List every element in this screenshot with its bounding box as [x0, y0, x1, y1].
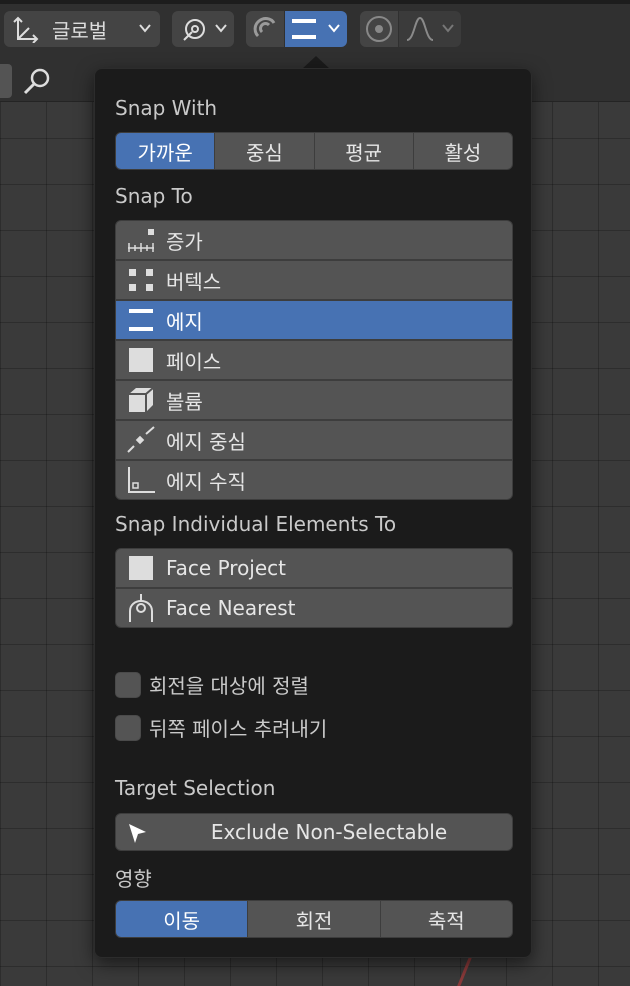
snap-to-edge-center[interactable]: 에지 중심 — [116, 421, 512, 459]
snap-individual-list: Face Project Face Nearest — [115, 548, 513, 628]
affect-scale[interactable]: 축적 — [380, 901, 512, 937]
pivot-point-dropdown[interactable] — [172, 11, 234, 47]
snap-with-selector: 가까운 중심 평균 활성 — [115, 132, 513, 170]
window-top-edge — [0, 0, 630, 4]
snap-to-list: 증가 버텍스 에지 페이스 볼륨 에지 중심 에지 수직 — [115, 220, 513, 500]
snap-with-label: Snap With — [115, 96, 218, 120]
align-rotation-checkbox[interactable] — [115, 671, 141, 698]
falloff-curve-icon — [405, 14, 435, 44]
snap-with-center[interactable]: 중심 — [215, 133, 314, 169]
backface-culling-option[interactable]: 뒤쪽 페이스 추려내기 — [115, 713, 327, 742]
edge-center-icon — [116, 426, 166, 454]
snap-to-volume[interactable]: 볼륨 — [116, 381, 512, 419]
face-nearest-toggle[interactable]: Face Nearest — [116, 589, 512, 627]
face-project-label: Face Project — [166, 556, 287, 580]
face-nearest-icon — [116, 593, 166, 623]
snap-to-edge-center-label: 에지 중심 — [166, 429, 246, 454]
backface-culling-label: 뒤쪽 페이스 추려내기 — [149, 717, 328, 741]
cursor-arrow-icon — [126, 822, 150, 851]
chevron-down-icon — [214, 21, 228, 35]
chevron-down-icon — [327, 21, 341, 35]
snap-to-edge[interactable]: 에지 — [116, 301, 512, 339]
affect-selector: 이동 회전 축적 — [115, 900, 513, 938]
affect-move[interactable]: 이동 — [116, 901, 248, 937]
snapping-popover: Snap With 가까운 중심 평균 활성 Snap To 증가 버텍스 에지… — [94, 68, 532, 958]
snap-individual-label: Snap Individual Elements To — [115, 512, 397, 536]
falloff-dropdown[interactable] — [399, 11, 461, 47]
align-rotation-option[interactable]: 회전을 대상에 정렬 — [115, 670, 309, 699]
target-selection-value: Exclude Non-Selectable — [210, 820, 448, 844]
orientation-axes-icon — [12, 15, 40, 43]
snap-to-vertex-label: 버텍스 — [166, 269, 222, 294]
snap-with-active[interactable]: 활성 — [413, 133, 512, 169]
proportional-editing-icon — [364, 14, 394, 44]
snap-with-closest[interactable]: 가까운 — [116, 133, 215, 169]
increment-icon — [116, 227, 166, 253]
snap-to-vertex[interactable]: 버텍스 — [116, 261, 512, 299]
face-project-icon — [116, 555, 166, 581]
target-selection-dropdown[interactable]: Exclude Non-Selectable — [115, 813, 513, 851]
snap-to-face[interactable]: 페이스 — [116, 341, 512, 379]
snap-to-edge-perpendicular-label: 에지 수직 — [166, 469, 246, 494]
chevron-down-icon — [138, 21, 152, 35]
affect-rotate[interactable]: 회전 — [248, 901, 380, 937]
affect-label: 영향 — [115, 867, 152, 891]
edge-perpendicular-icon — [116, 466, 166, 494]
pivot-point-icon — [180, 14, 210, 44]
snap-with-median[interactable]: 평균 — [314, 133, 413, 169]
face-project-toggle[interactable]: Face Project — [116, 549, 512, 587]
editor-type-tab[interactable] — [0, 64, 12, 98]
face-icon — [116, 347, 166, 373]
orientation-label: 글로벌 — [52, 18, 108, 43]
snap-target-dropdown[interactable] — [285, 11, 347, 47]
edge-snap-icon — [291, 16, 317, 42]
vertex-icon — [116, 267, 166, 293]
chevron-down-icon — [441, 21, 455, 35]
snap-to-increment-label: 증가 — [166, 229, 203, 254]
snap-toggle-button[interactable] — [246, 11, 284, 47]
snap-to-edge-label: 에지 — [166, 309, 203, 334]
align-rotation-label: 회전을 대상에 정렬 — [149, 674, 309, 698]
proportional-editing-toggle[interactable] — [360, 11, 398, 47]
volume-icon — [116, 386, 166, 414]
backface-culling-checkbox[interactable] — [115, 714, 141, 741]
snap-to-label: Snap To — [115, 184, 193, 208]
face-nearest-label: Face Nearest — [166, 596, 296, 620]
edge-icon — [116, 307, 166, 333]
search-icon[interactable] — [22, 66, 52, 100]
snap-to-volume-label: 볼륨 — [166, 389, 203, 414]
magnet-icon — [251, 15, 279, 43]
snap-to-edge-perpendicular[interactable]: 에지 수직 — [116, 461, 512, 499]
snap-to-face-label: 페이스 — [166, 349, 222, 374]
orientation-dropdown[interactable]: 글로벌 — [4, 11, 160, 47]
snap-to-increment[interactable]: 증가 — [116, 221, 512, 259]
target-selection-label: Target Selection — [115, 776, 276, 800]
